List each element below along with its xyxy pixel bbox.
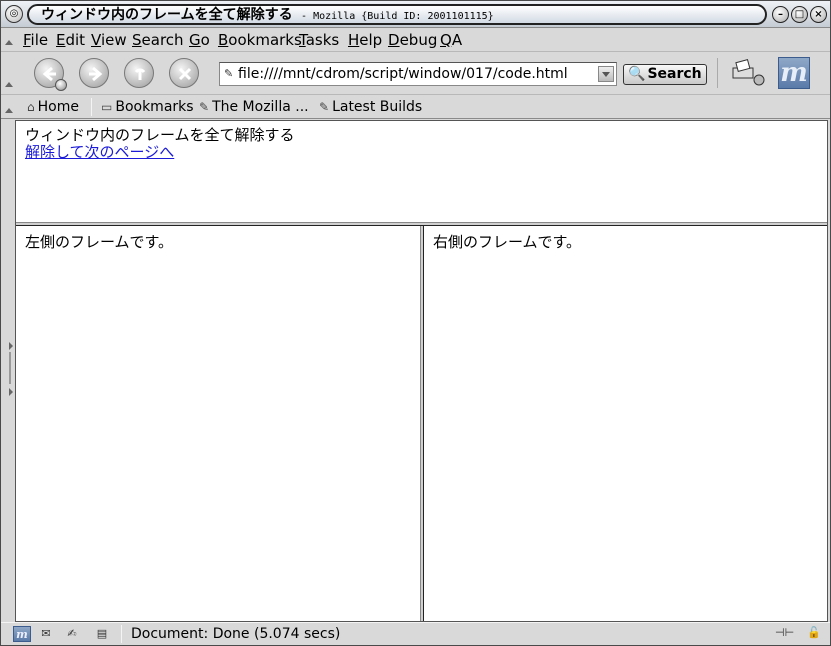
minimize-button[interactable]: – [772, 6, 789, 23]
content-area: ウィンドウ内のフレームを全て解除する 解除して次のページへ 左側のフレームです。… [15, 120, 828, 622]
reload-icon [134, 68, 146, 80]
search-button[interactable]: 🔍 Search [623, 64, 707, 85]
status-bar: m ✉ ✍ ▤ Document: Done (5.074 secs) ⊣⊢ 🔓 [1, 622, 830, 645]
menubar-grip-icon[interactable] [5, 40, 13, 45]
bookmarks-button[interactable]: ▭ Bookmarks [101, 98, 194, 116]
search-button-label: Search [647, 66, 702, 82]
close-button[interactable]: × [810, 6, 827, 23]
menu-help[interactable]: Help [348, 30, 382, 50]
security-lock-icon[interactable]: 🔓 [807, 626, 821, 639]
back-dropdown-icon[interactable] [55, 79, 67, 91]
online-status-icon[interactable]: ⊣⊢ [775, 626, 794, 639]
personal-toolbar-separator [91, 98, 92, 116]
mail-icon[interactable]: ✉ [37, 626, 55, 642]
personalbar-grip-icon[interactable] [5, 108, 13, 113]
sidebar-grippy[interactable] [1, 120, 15, 622]
home-icon: ⌂ [27, 100, 35, 114]
next-page-link[interactable]: 解除して次のページへ [25, 143, 174, 161]
menu-bar: File Edit View Search Go Bookmarks Tasks… [1, 28, 830, 52]
menu-edit[interactable]: Edit [56, 30, 85, 50]
window-menu-icon[interactable]: ◎ [5, 5, 23, 23]
folder-icon: ▭ [101, 100, 113, 114]
the-mozilla-label: The Mozilla ... [212, 99, 309, 115]
sidebar-arrow-icon [9, 342, 13, 350]
url-text: file:////mnt/cdrom/script/window/017/cod… [238, 66, 568, 82]
window-title-main: ウィンドウ内のフレームを全て解除する [41, 7, 293, 23]
status-text: Document: Done (5.074 secs) [131, 626, 341, 642]
url-bar[interactable]: ✎ file:////mnt/cdrom/script/window/017/c… [219, 62, 617, 86]
menu-view[interactable]: View [91, 30, 127, 50]
navigation-toolbar: ✎ file:////mnt/cdrom/script/window/017/c… [1, 52, 830, 95]
left-frame-text: 左側のフレームです。 [25, 233, 174, 251]
menu-tasks[interactable]: Tasks [299, 30, 339, 50]
menu-search[interactable]: Search [132, 30, 184, 50]
top-frame-heading: ウィンドウ内のフレームを全て解除する [25, 126, 295, 144]
page-proxy-icon[interactable]: ✎ [224, 67, 233, 80]
menu-go[interactable]: Go [189, 30, 210, 50]
mozilla-throbber-icon[interactable]: m [778, 57, 810, 89]
toolbar-separator [717, 58, 718, 88]
menu-qa[interactable]: QA [440, 30, 462, 50]
reload-button[interactable] [124, 58, 154, 88]
composer-icon[interactable]: ✍ [63, 626, 81, 642]
bookmarks-label: Bookmarks [115, 99, 194, 115]
bookmark-icon: ✎ [199, 100, 210, 114]
url-history-dropdown[interactable] [598, 66, 614, 82]
address-book-icon[interactable]: ▤ [93, 626, 111, 642]
menu-bookmarks[interactable]: Bookmarks [218, 30, 302, 50]
navbar-grip-icon[interactable] [5, 82, 13, 87]
back-button[interactable] [34, 58, 67, 91]
print-icon[interactable] [729, 58, 765, 88]
top-frame: ウィンドウ内のフレームを全て解除する 解除して次のページへ [16, 121, 827, 222]
home-label: Home [37, 99, 79, 115]
status-separator [121, 625, 122, 643]
magnifier-icon: 🔍 [628, 66, 646, 82]
right-frame-text: 右側のフレームです。 [433, 233, 582, 251]
forward-button[interactable] [79, 58, 109, 88]
personal-toolbar: ⌂ Home ▭ Bookmarks ✎ The Mozilla ... ✎ Lates… [1, 95, 830, 119]
menu-file[interactable]: File [23, 30, 48, 50]
left-frame: 左側のフレームです。 [16, 226, 420, 621]
maximize-button[interactable]: □ [791, 6, 808, 23]
bookmark-icon: ✎ [319, 100, 330, 114]
right-frame: 右側のフレームです。 [424, 226, 827, 621]
browser-window: ◎ ウィンドウ内のフレームを全て解除する - Mozilla {Build ID… [0, 0, 831, 646]
window-title-build: - Mozilla {Build ID: 2001101115} [301, 11, 494, 22]
stop-button[interactable] [169, 58, 199, 88]
title-bar: ◎ ウィンドウ内のフレームを全て解除する - Mozilla {Build ID… [1, 1, 830, 28]
navigator-icon[interactable]: m [13, 626, 31, 642]
bookmark-the-mozilla[interactable]: ✎ The Mozilla ... [199, 98, 309, 116]
latest-builds-label: Latest Builds [332, 99, 423, 115]
menu-debug[interactable]: Debug [388, 30, 437, 50]
home-button[interactable]: ⌂ Home [27, 98, 79, 116]
bookmark-latest-builds[interactable]: ✎ Latest Builds [319, 98, 422, 116]
window-title: ウィンドウ内のフレームを全て解除する - Mozilla {Build ID: … [27, 4, 767, 25]
stop-icon [178, 67, 192, 81]
sidebar-grip-line [9, 352, 11, 384]
sidebar-arrow-icon [9, 388, 13, 396]
forward-arrow-icon [89, 66, 103, 82]
